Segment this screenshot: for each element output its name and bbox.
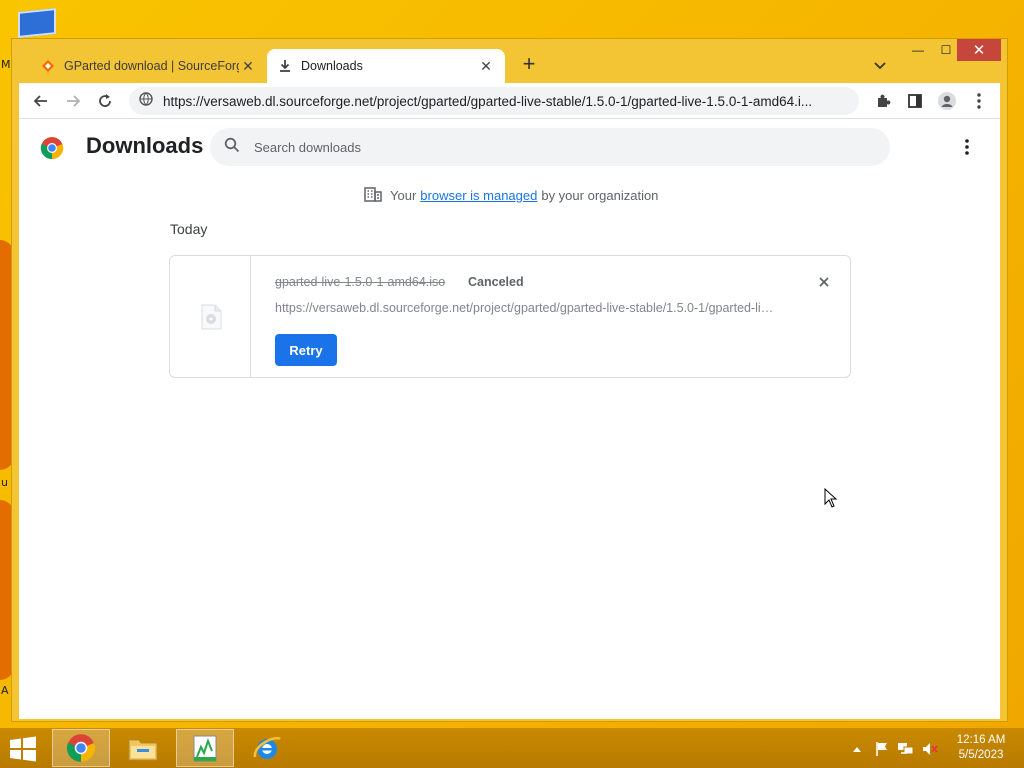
- chevron-down-icon[interactable]: [870, 55, 890, 75]
- download-filename[interactable]: gparted-live-1.5.0-1-amd64.iso: [275, 275, 445, 289]
- taskbar-task-manager-icon[interactable]: [176, 729, 234, 767]
- downloads-header: Downloads: [19, 119, 1000, 175]
- taskbar-file-explorer-icon[interactable]: [114, 729, 172, 767]
- page-title: Downloads: [86, 133, 204, 158]
- managed-link[interactable]: browser is managed: [420, 188, 537, 203]
- tab-title: Downloads: [301, 59, 363, 73]
- managed-suffix: by your organization: [541, 188, 659, 203]
- forward-arrow-icon[interactable]: [61, 89, 85, 113]
- address-url[interactable]: https://versaweb.dl.sourceforge.net/proj…: [163, 94, 812, 109]
- building-icon: [364, 186, 382, 205]
- download-icon: [277, 58, 293, 74]
- volume-muted-icon[interactable]: [920, 740, 940, 758]
- search-input[interactable]: [254, 139, 854, 155]
- file-icon-column: [170, 256, 251, 377]
- desktop-edge-label: u: [1, 476, 8, 489]
- reload-icon[interactable]: [93, 89, 117, 113]
- back-arrow-icon[interactable]: [29, 89, 53, 113]
- search-downloads-box[interactable]: [210, 128, 890, 166]
- maximize-button[interactable]: ☐: [932, 39, 960, 61]
- managed-prefix: Your: [390, 188, 417, 203]
- search-icon: [224, 137, 240, 158]
- close-window-button[interactable]: ✕: [957, 39, 1001, 61]
- site-info-icon[interactable]: [139, 91, 153, 111]
- managed-notice: Your browser is managed by your organiza…: [364, 186, 658, 205]
- address-bar[interactable]: https://versaweb.dl.sourceforge.net/proj…: [129, 87, 859, 115]
- action-center-flag-icon[interactable]: [873, 740, 891, 758]
- clock-date: 5/5/2023: [958, 749, 1004, 761]
- side-panel-icon[interactable]: [903, 89, 927, 113]
- network-icon[interactable]: [896, 740, 916, 758]
- taskbar-chrome-icon[interactable]: [52, 729, 110, 767]
- download-status: Canceled: [468, 275, 524, 289]
- tab-close-icon[interactable]: ✕: [239, 57, 257, 75]
- new-tab-button[interactable]: +: [517, 53, 541, 77]
- desktop-computer-icon[interactable]: [14, 8, 60, 38]
- taskbar-internet-explorer-icon[interactable]: [238, 729, 296, 767]
- file-icon: [200, 304, 222, 330]
- taskbar: 12:16 AM 5/5/2023: [0, 728, 1024, 768]
- desktop-edge-label: M: [1, 58, 11, 71]
- profile-avatar-icon[interactable]: [935, 89, 959, 113]
- browser-toolbar: https://versaweb.dl.sourceforge.net/proj…: [19, 83, 1000, 119]
- downloads-page: Downloads Your browser is managed by you…: [19, 119, 1000, 719]
- tab-gparted[interactable]: GParted download | SourceForge ✕: [30, 49, 267, 83]
- more-actions-icon[interactable]: [956, 135, 978, 159]
- desktop-edge-label: A: [1, 684, 9, 697]
- tab-downloads[interactable]: Downloads ✕: [267, 49, 505, 83]
- tab-strip: GParted download | SourceForge ✕ Downloa…: [12, 39, 1007, 83]
- download-item: gparted-live-1.5.0-1-amd64.iso Canceled …: [169, 255, 851, 378]
- browser-menu-icon[interactable]: [967, 89, 991, 113]
- remove-item-close-icon[interactable]: [814, 272, 834, 292]
- tab-title: GParted download | SourceForge: [64, 59, 239, 73]
- clock-time: 12:16 AM: [956, 734, 1006, 746]
- extensions-puzzle-icon[interactable]: [871, 89, 895, 113]
- retry-button[interactable]: Retry: [275, 334, 337, 366]
- tab-close-icon[interactable]: ✕: [477, 57, 495, 75]
- show-hidden-icons-chevron-up-icon[interactable]: [850, 740, 864, 758]
- taskbar-clock[interactable]: 12:16 AM 5/5/2023: [950, 733, 1012, 763]
- sourceforge-icon: [40, 58, 56, 74]
- chrome-logo-icon: [40, 136, 64, 160]
- windows-start-icon[interactable]: [8, 736, 38, 762]
- date-section-label: Today: [170, 221, 208, 237]
- minimize-button[interactable]: —: [904, 39, 932, 61]
- download-url[interactable]: https://versaweb.dl.sourceforge.net/proj…: [275, 301, 775, 315]
- mouse-cursor-icon: [824, 487, 838, 508]
- chrome-window: GParted download | SourceForge ✕ Downloa…: [11, 38, 1008, 722]
